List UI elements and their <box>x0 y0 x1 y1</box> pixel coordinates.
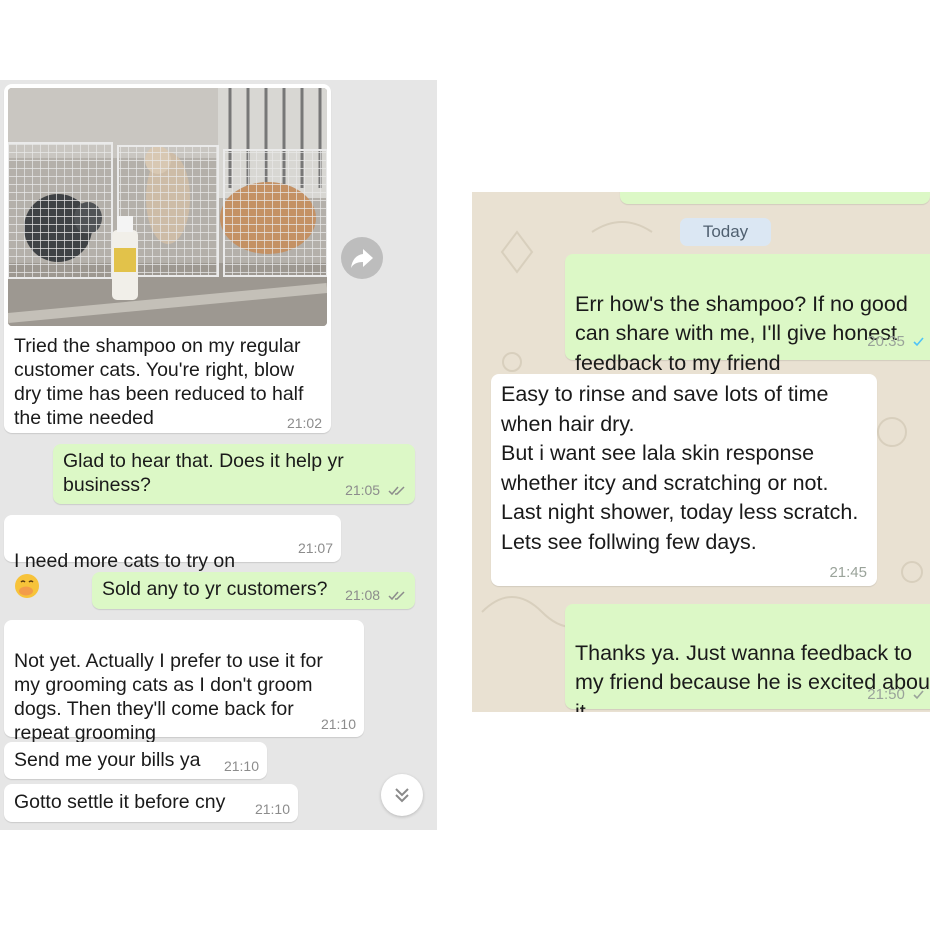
scroll-to-bottom-button[interactable] <box>381 774 423 816</box>
message-time: 21:50 <box>867 686 925 703</box>
message-time: 21:08 <box>345 587 406 603</box>
face-with-hand-over-mouth-icon <box>15 574 39 598</box>
incoming-message-bubble[interactable]: Easy to rinse and save lots of time when… <box>491 374 877 586</box>
message-time: 21:05 <box>345 482 406 498</box>
outgoing-message-bubble[interactable]: Glad to hear that. Does it help yr busin… <box>53 444 415 504</box>
message-text: Sold any to yr customers? <box>102 578 328 600</box>
image-message-bubble[interactable]: Tried the shampoo on my regular customer… <box>4 84 331 433</box>
forward-icon <box>351 249 373 268</box>
right-chat-screenshot: Today Err how's the shampoo? If no good … <box>472 192 930 712</box>
message-time: 21:07 <box>297 540 333 556</box>
outgoing-message-bubble[interactable]: Thanks ya. Just wanna feedback to my fri… <box>565 604 930 712</box>
date-divider: Today <box>680 218 771 246</box>
double-check-icon <box>388 591 405 601</box>
image-caption: Tried the shampoo on my regular customer… <box>14 335 304 429</box>
incoming-message-bubble[interactable]: Gotto settle it before cny 21:10 <box>4 784 298 822</box>
forward-button[interactable] <box>341 237 383 279</box>
message-time: 21:45 <box>829 564 867 581</box>
message-time-label: 20:35 <box>867 333 905 350</box>
photo-illustration <box>8 88 327 326</box>
message-text: Glad to hear that. Does it help yr busin… <box>63 450 344 496</box>
double-check-icon <box>913 337 924 347</box>
message-time: 21:10 <box>254 801 290 817</box>
message-time: 20:35 <box>867 333 925 350</box>
incoming-message-bubble[interactable]: Not yet. Actually I prefer to use it for… <box>4 620 364 770</box>
cats-in-cages-photo[interactable] <box>8 88 327 326</box>
message-time-label: 21:50 <box>867 686 905 703</box>
double-check-icon <box>388 486 405 496</box>
message-time-label: 21:05 <box>345 482 381 498</box>
chevron-double-down-icon <box>395 788 409 803</box>
outgoing-message-bubble[interactable]: Err how's the shampoo? If no good can sh… <box>565 254 930 403</box>
message-time-label: 21:08 <box>345 587 381 603</box>
message-text: Send me your bills ya <box>14 749 201 771</box>
message-time: 21:10 <box>223 758 259 774</box>
message-text-label: Err how's the shampoo? If no good can sh… <box>575 291 908 375</box>
message-text: Gotto settle it before cny <box>14 791 226 813</box>
message-text-label: I need more cats to try on <box>14 550 236 572</box>
double-check-icon <box>913 690 924 700</box>
incoming-message-bubble[interactable]: Send me your bills ya 21:10 <box>4 742 267 779</box>
message-time: 21:02 <box>286 415 322 431</box>
message-text-label: Not yet. Actually I prefer to use it for… <box>14 650 323 744</box>
message-time: 21:10 <box>320 716 356 732</box>
previous-message-bubble <box>620 192 930 204</box>
message-text: Easy to rinse and save lots of time when… <box>501 382 859 554</box>
left-chat-screenshot: Tried the shampoo on my regular customer… <box>0 80 437 830</box>
incoming-message-bubble[interactable]: I need more cats to try on 21:07 <box>4 515 341 598</box>
outgoing-message-bubble[interactable]: Sold any to yr customers? 21:08 <box>92 572 415 609</box>
